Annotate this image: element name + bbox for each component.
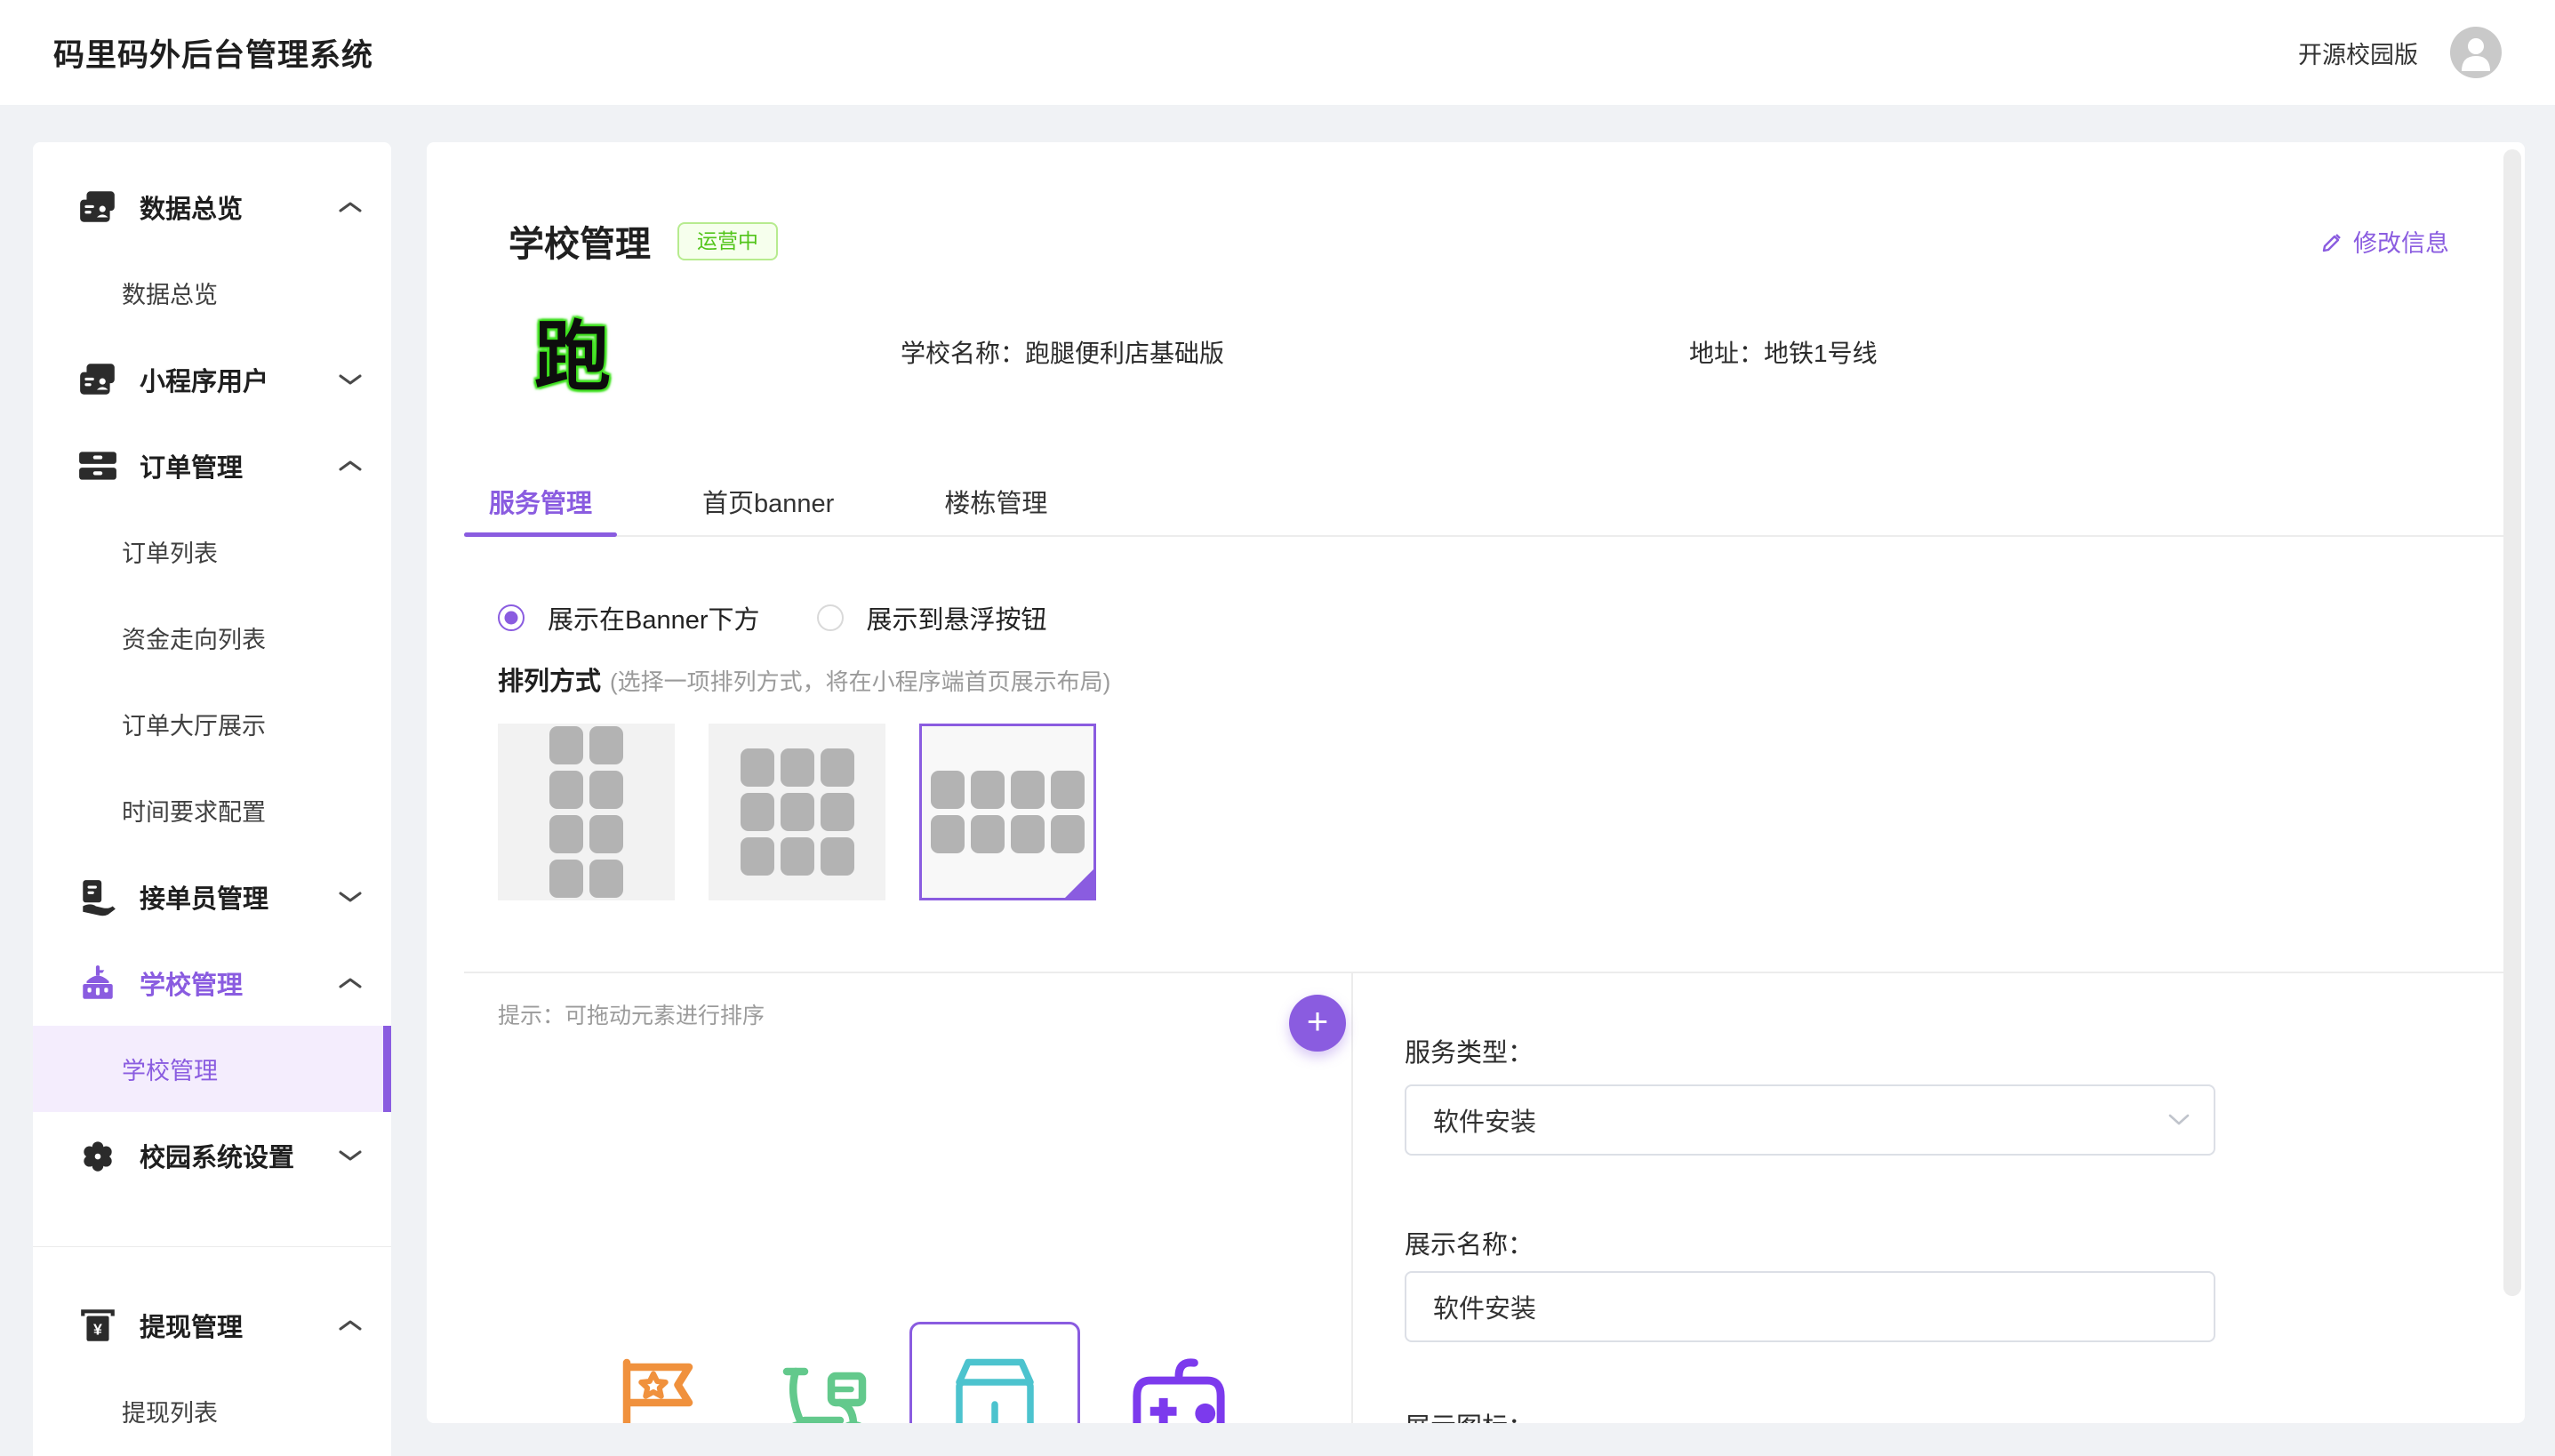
sidebar-item-label: 资金走向列表 bbox=[122, 620, 266, 655]
arrange-mode-hint: (选择一项排列方式，将在小程序端首页展示布局) bbox=[610, 668, 1110, 695]
sidebar-item-campus-system-settings[interactable]: 校园系统设置 bbox=[33, 1112, 391, 1198]
id-card-icon bbox=[77, 187, 118, 228]
id-card-icon bbox=[77, 359, 118, 400]
chevron-down-icon bbox=[2167, 1113, 2191, 1127]
user-avatar-icon bbox=[2450, 27, 2502, 78]
page-title: 学校管理 bbox=[509, 215, 651, 267]
gear-icon bbox=[77, 1135, 118, 1176]
chevron-down-icon bbox=[338, 372, 363, 387]
chevron-up-icon bbox=[338, 1318, 363, 1332]
sidebar: 数据总览 数据总览 小程序用户 订单管理 订单列表 资金走向列表 订单大厅展 bbox=[33, 142, 391, 1456]
service-type-label: 服务类型： bbox=[1405, 1032, 1534, 1069]
school-icon bbox=[77, 963, 118, 1004]
service-icon-list bbox=[464, 1322, 1351, 1423]
edition-label: 开源校园版 bbox=[2298, 36, 2418, 70]
sidebar-item-time-requirement-config[interactable]: 时间要求配置 bbox=[33, 767, 391, 853]
tab-building-management[interactable]: 楼栋管理 bbox=[919, 468, 1072, 535]
sidebar-item-withdraw-list[interactable]: 提现列表 bbox=[33, 1368, 391, 1454]
service-form-panel: 服务类型： 软件安装 展示名称： 展示图标： bbox=[1353, 973, 2519, 1423]
layout-thumbnail bbox=[549, 726, 623, 898]
sidebar-item-data-overview[interactable]: 数据总览 bbox=[33, 164, 391, 250]
sidebar-item-label: 学校管理 bbox=[140, 964, 243, 1002]
tab-bar: 服务管理 首页banner 楼栋管理 bbox=[464, 468, 2509, 537]
tab-service-management[interactable]: 服务管理 bbox=[464, 468, 617, 535]
radio-selected-icon bbox=[498, 604, 525, 631]
school-logo: 跑 bbox=[529, 306, 616, 393]
atm-icon: ¥ bbox=[77, 1305, 118, 1346]
courier-icon bbox=[77, 876, 118, 917]
main-content-card: 学校管理 运营中 修改信息 跑 学校名称：跑腿便利店基础版 地址：地铁1号线 服… bbox=[427, 142, 2525, 1423]
sidebar-item-label: 数据总览 bbox=[140, 188, 243, 226]
layout-option-2col[interactable] bbox=[498, 724, 675, 900]
school-name-field: 学校名称：跑腿便利店基础版 bbox=[901, 334, 1224, 370]
sidebar-divider bbox=[33, 1246, 391, 1247]
service-editor-section: 提示：可拖动元素进行排序 + bbox=[464, 972, 2519, 1423]
layout-options bbox=[498, 724, 1096, 900]
main-card-scrollbar[interactable] bbox=[2503, 149, 2521, 1296]
drag-sort-hint: 提示：可拖动元素进行排序 bbox=[498, 998, 765, 1030]
sidebar-item-order-list[interactable]: 订单列表 bbox=[33, 508, 391, 595]
service-icon-selected-frame[interactable] bbox=[909, 1322, 1080, 1423]
sidebar-item-order-management[interactable]: 订单管理 bbox=[33, 422, 391, 508]
layout-thumbnail bbox=[741, 748, 854, 876]
svg-text:¥: ¥ bbox=[93, 1320, 102, 1338]
sidebar-item-withdraw-management[interactable]: ¥ 提现管理 bbox=[33, 1282, 391, 1368]
sidebar-item-order-hall-display[interactable]: 订单大厅展示 bbox=[33, 681, 391, 767]
sidebar-item-funds-flow-list[interactable]: 资金走向列表 bbox=[33, 595, 391, 681]
chevron-up-icon bbox=[338, 976, 363, 990]
gamepad-icon[interactable] bbox=[1124, 1354, 1234, 1423]
user-avatar[interactable] bbox=[2450, 27, 2502, 78]
chevron-down-icon bbox=[338, 1148, 363, 1163]
layout-option-3col[interactable] bbox=[709, 724, 885, 900]
sidebar-item-label: 订单列表 bbox=[122, 534, 218, 569]
status-badge: 运营中 bbox=[677, 222, 778, 260]
radio-floating-button[interactable]: 展示到悬浮按钮 bbox=[817, 599, 1047, 636]
box-download-icon bbox=[941, 1351, 1049, 1423]
sidebar-item-miniprogram-users[interactable]: 小程序用户 bbox=[33, 336, 391, 422]
sidebar-item-label: 数据总览 bbox=[122, 276, 218, 310]
app-title: 码里码外后台管理系统 bbox=[53, 30, 373, 76]
sidebar-item-label: 接单员管理 bbox=[140, 878, 268, 916]
orders-icon bbox=[77, 445, 118, 486]
school-address-field: 地址：地铁1号线 bbox=[1689, 334, 1878, 370]
display-name-label: 展示名称： bbox=[1405, 1224, 1534, 1261]
radio-unselected-icon bbox=[817, 604, 844, 631]
chevron-up-icon bbox=[338, 200, 363, 214]
display-icon-label: 展示图标： bbox=[1405, 1406, 1534, 1423]
display-position-radios: 展示在Banner下方 展示到悬浮按钮 bbox=[498, 599, 1047, 636]
flag-icon[interactable] bbox=[609, 1354, 707, 1423]
scooter-icon[interactable] bbox=[773, 1354, 880, 1423]
sidebar-item-label: 小程序用户 bbox=[140, 361, 268, 398]
chevron-up-icon bbox=[338, 459, 363, 473]
sidebar-item-label: 校园系统设置 bbox=[140, 1137, 294, 1174]
display-name-input[interactable] bbox=[1405, 1271, 2215, 1342]
sidebar-item-data-overview-child[interactable]: 数据总览 bbox=[33, 250, 391, 336]
sidebar-item-label: 提现列表 bbox=[122, 1394, 218, 1428]
sidebar-item-school-management[interactable]: 学校管理 bbox=[33, 940, 391, 1026]
radio-under-banner[interactable]: 展示在Banner下方 bbox=[498, 599, 760, 636]
sidebar-item-courier-management[interactable]: 接单员管理 bbox=[33, 853, 391, 940]
add-service-button[interactable]: + bbox=[1289, 995, 1346, 1052]
sidebar-item-label: 订单管理 bbox=[140, 447, 243, 484]
sidebar-item-label: 订单大厅展示 bbox=[122, 707, 266, 741]
pencil-icon bbox=[2319, 229, 2344, 254]
top-bar: 码里码外后台管理系统 开源校园版 bbox=[0, 0, 2555, 105]
sidebar-item-label: 提现管理 bbox=[140, 1307, 243, 1344]
layout-thumbnail bbox=[931, 771, 1085, 853]
layout-option-4col[interactable] bbox=[919, 724, 1096, 900]
sidebar-item-label: 时间要求配置 bbox=[122, 793, 266, 828]
service-type-select[interactable]: 软件安装 bbox=[1405, 1084, 2215, 1156]
sidebar-item-label: 学校管理 bbox=[122, 1052, 218, 1086]
edit-info-link[interactable]: 修改信息 bbox=[2319, 224, 2449, 259]
tab-home-banner[interactable]: 首页banner bbox=[677, 468, 859, 535]
chevron-down-icon bbox=[338, 890, 363, 904]
sidebar-item-school-management-child[interactable]: 学校管理 bbox=[33, 1026, 391, 1112]
arrange-mode-heading: 排列方式(选择一项排列方式，将在小程序端首页展示布局) bbox=[498, 660, 1110, 698]
